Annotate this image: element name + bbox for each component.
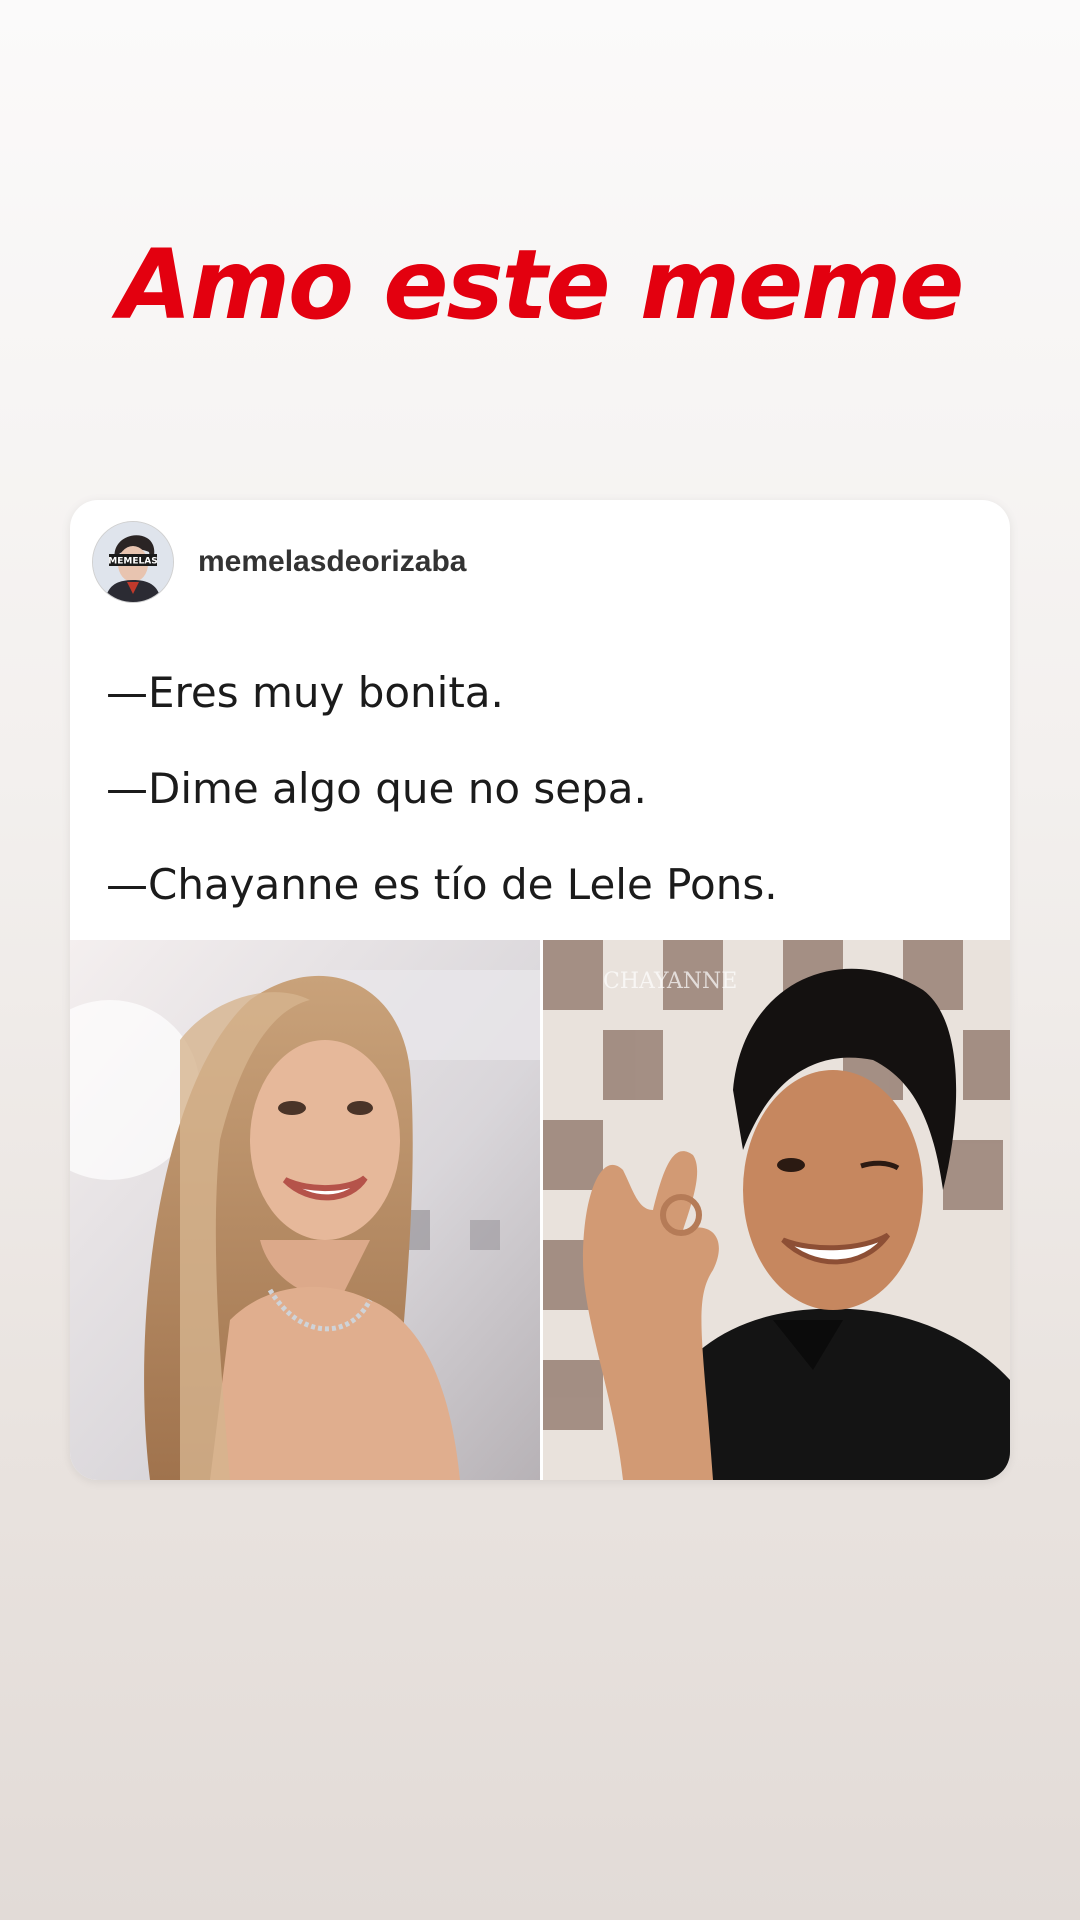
post-header: MEMELAS memelasdeorizaba — [92, 521, 466, 603]
man-winking-ok-gesture-photo: CHAYANNE — [543, 940, 1010, 1480]
post-photos: CHAYANNE — [70, 940, 1010, 1480]
post-line-1: —Eres muy bonita. — [106, 668, 504, 717]
woman-smiling-photo — [70, 940, 540, 1480]
post-username[interactable]: memelasdeorizaba — [198, 545, 466, 579]
post-line-3: —Chayanne es tío de Lele Pons. — [106, 860, 778, 909]
backdrop-text: CHAYANNE — [603, 969, 737, 994]
post-line-2: —Dime algo que no sepa. — [106, 764, 647, 813]
avatar-image: MEMELAS — [93, 522, 173, 602]
avatar[interactable]: MEMELAS — [92, 521, 174, 603]
post-text: —Eres muy bonita. —Dime algo que no sepa… — [106, 645, 778, 933]
story-title-text: Amo este meme — [117, 229, 965, 341]
avatar-badge-text: MEMELAS — [108, 557, 157, 567]
meme-post-card: MEMELAS memelasdeorizaba —Eres muy bonit… — [70, 500, 1010, 1480]
